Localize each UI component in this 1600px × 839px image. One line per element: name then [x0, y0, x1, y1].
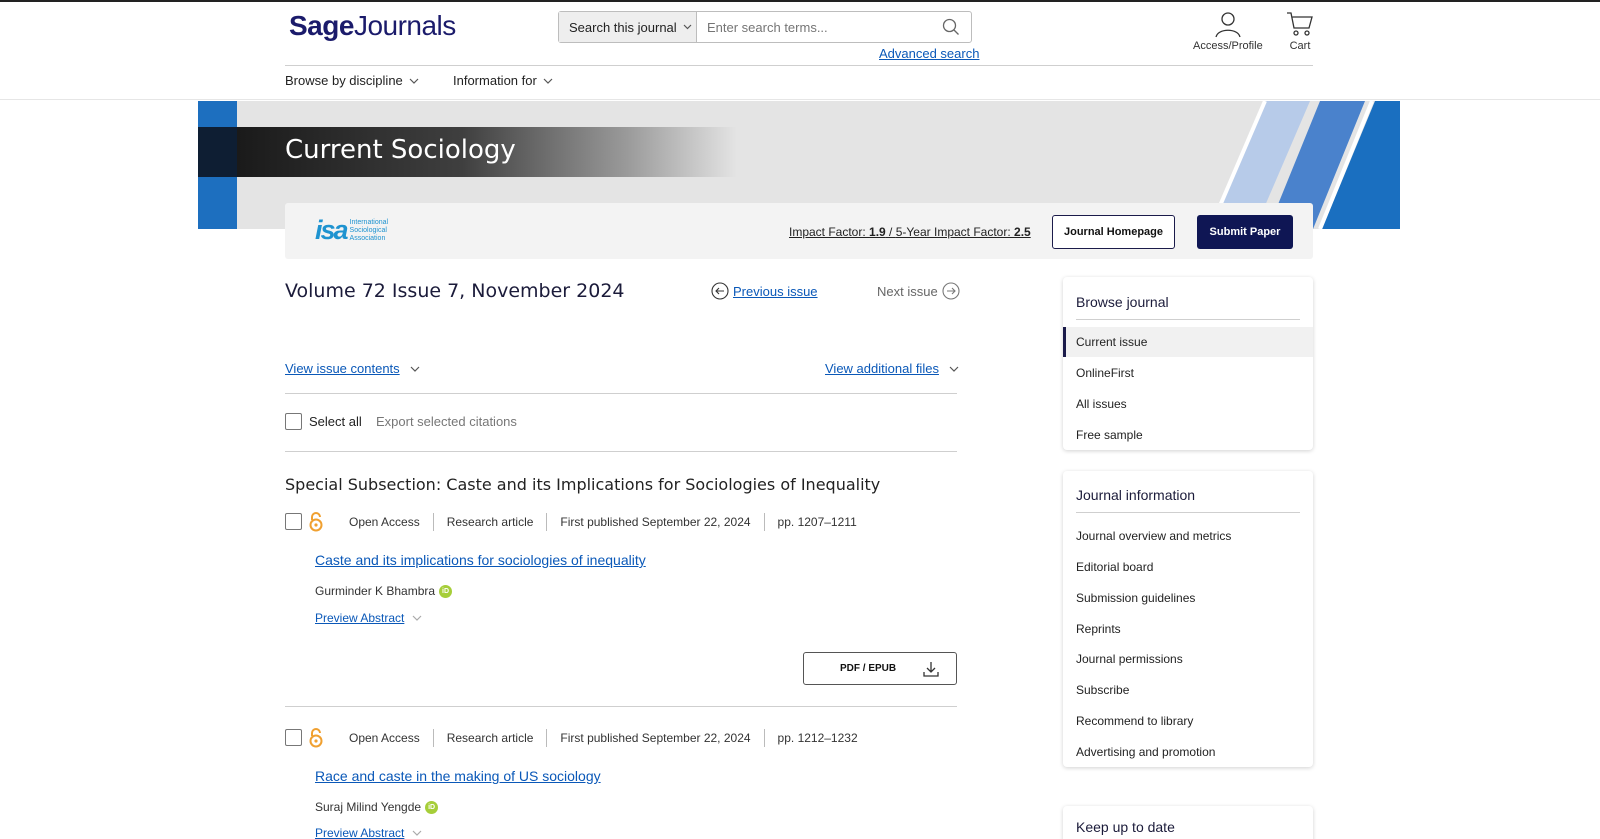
article-checkbox[interactable] — [285, 513, 302, 530]
pdf-epub-download-button[interactable]: PDF / EPUB — [803, 652, 957, 685]
card-title: Keep up to date — [1076, 819, 1175, 835]
download-icon — [923, 661, 939, 677]
article-checkbox[interactable] — [285, 729, 302, 746]
article-meta: Open Access Research article First publi… — [309, 728, 871, 748]
top-border — [0, 0, 1600, 2]
search-icon — [942, 18, 959, 35]
sidebar-item-reprints[interactable]: Reprints — [1063, 614, 1313, 644]
search-bar: Search this journal — [558, 11, 972, 43]
arrow-left-circle-icon — [711, 282, 729, 300]
sidebar-item-subscribe[interactable]: Subscribe — [1063, 675, 1313, 705]
chevron-down-icon — [409, 78, 419, 84]
sidebar-item-current-issue[interactable]: Current issue — [1063, 327, 1313, 357]
banner-accent-dark — [198, 127, 237, 177]
sidebar-item-all-issues[interactable]: All issues — [1063, 389, 1313, 419]
header-divider — [285, 65, 1313, 66]
article-title-link[interactable]: Caste and its implications for sociologi… — [315, 552, 646, 568]
view-additional-files-toggle[interactable]: View additional files — [825, 361, 959, 376]
nav-divider — [0, 99, 1600, 100]
access-profile-button[interactable]: Access/Profile — [1193, 10, 1263, 52]
sage-journals-logo[interactable]: SageJournals — [289, 10, 456, 42]
card-title: Browse journal — [1076, 294, 1169, 310]
article-title-link[interactable]: Race and caste in the making of US socio… — [315, 768, 601, 784]
nav-browse-by-discipline[interactable]: Browse by discipline — [285, 73, 419, 88]
view-issue-contents-toggle[interactable]: View issue contents — [285, 361, 420, 376]
sidebar-item-advertising[interactable]: Advertising and promotion — [1063, 737, 1313, 767]
cart-icon — [1287, 12, 1313, 36]
sidebar-item-free-sample[interactable]: Free sample — [1063, 420, 1313, 450]
divider — [285, 451, 957, 452]
sidebar-item-recommend-library[interactable]: Recommend to library — [1063, 706, 1313, 736]
journal-title: Current Sociology — [285, 135, 516, 165]
search-button[interactable] — [931, 12, 971, 42]
chevron-down-icon — [412, 615, 422, 621]
orcid-icon[interactable]: iD — [439, 584, 453, 598]
advanced-search-link[interactable]: Advanced search — [879, 46, 979, 61]
chevron-down-icon — [543, 78, 553, 84]
select-all-checkbox[interactable] — [285, 413, 302, 430]
sidebar-item-overview-metrics[interactable]: Journal overview and metrics — [1063, 521, 1313, 551]
divider — [285, 393, 957, 394]
issue-title: Volume 72 Issue 7, November 2024 — [285, 280, 625, 302]
sidebar-item-editorial-board[interactable]: Editorial board — [1063, 552, 1313, 582]
preview-abstract-toggle[interactable]: Preview Abstract — [315, 826, 422, 839]
search-scope-dropdown[interactable]: Search this journal — [559, 12, 697, 42]
preview-abstract-toggle[interactable]: Preview Abstract — [315, 611, 422, 625]
search-input[interactable] — [697, 12, 931, 42]
article-author[interactable]: Gurminder K Bhambra iD — [315, 584, 453, 598]
arrow-right-circle-icon — [942, 282, 960, 300]
orcid-icon[interactable]: iD — [425, 800, 439, 814]
previous-issue-link[interactable]: Previous issue — [711, 282, 818, 300]
next-issue-link[interactable]: Next issue — [877, 282, 960, 300]
impact-factor-link[interactable]: Impact Factor: 1.9 / 5-Year Impact Facto… — [789, 225, 1031, 239]
chevron-down-icon — [683, 24, 692, 30]
journal-info-bar: isa International Sociological Associati… — [285, 203, 1313, 259]
chevron-down-icon — [949, 366, 959, 372]
sidebar-item-onlinefirst[interactable]: OnlineFirst — [1063, 358, 1313, 388]
keep-up-to-date-card: Keep up to date — [1063, 806, 1313, 839]
journal-information-card: Journal information Journal overview and… — [1063, 471, 1313, 767]
article-author[interactable]: Suraj Milind Yengde iD — [315, 800, 439, 814]
article-meta: Open Access Research article First publi… — [309, 512, 870, 532]
isa-logo[interactable]: isa International Sociological Associati… — [315, 215, 388, 246]
cart-button[interactable]: Cart — [1286, 10, 1314, 52]
user-icon — [1215, 12, 1241, 38]
sidebar-item-submission-guidelines[interactable]: Submission guidelines — [1063, 583, 1313, 613]
divider — [285, 706, 957, 707]
open-access-icon — [309, 512, 323, 532]
card-title: Journal information — [1076, 487, 1196, 503]
section-heading: Special Subsection: Caste and its Implic… — [285, 475, 881, 494]
browse-journal-card: Browse journal Current issue OnlineFirst… — [1063, 277, 1313, 450]
submit-paper-button[interactable]: Submit Paper — [1197, 215, 1293, 249]
sidebar-item-journal-permissions[interactable]: Journal permissions — [1063, 644, 1313, 674]
nav-information-for[interactable]: Information for — [453, 73, 553, 88]
chevron-down-icon — [410, 366, 420, 372]
open-access-icon — [309, 728, 323, 748]
select-all-label[interactable]: Select all — [309, 414, 362, 429]
export-citations-button[interactable]: Export selected citations — [376, 414, 517, 429]
journal-homepage-button[interactable]: Journal Homepage — [1052, 215, 1175, 249]
chevron-down-icon — [412, 830, 422, 836]
